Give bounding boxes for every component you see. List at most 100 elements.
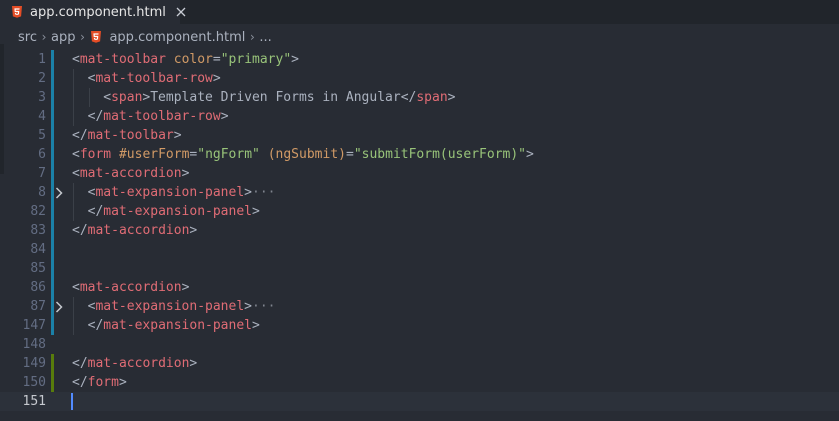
modified-line-marker[interactable] xyxy=(51,164,54,183)
modified-line-marker[interactable] xyxy=(51,107,54,126)
modified-line-marker[interactable] xyxy=(51,202,54,221)
code-line[interactable]: <span>Template Driven Forms in Angular</… xyxy=(103,88,455,107)
code-token: > xyxy=(244,299,252,314)
line-number: 148 xyxy=(22,337,46,352)
modified-line-marker[interactable] xyxy=(51,126,54,145)
code-token: < xyxy=(72,147,80,162)
code-token: > xyxy=(252,318,260,333)
modified-line-marker[interactable] xyxy=(51,278,54,297)
code-token: (ngSubmit) xyxy=(267,147,346,162)
code-token: > xyxy=(252,204,260,219)
line-number: 83 xyxy=(30,223,46,238)
indent-guide xyxy=(88,88,90,107)
code-line[interactable]: <mat-accordion> xyxy=(72,164,189,183)
code-line[interactable]: <form #userForm="ngForm" (ngSubmit)="sub… xyxy=(72,145,534,164)
code-token: </ xyxy=(87,318,104,333)
modified-line-marker[interactable] xyxy=(51,240,54,259)
code-token: color xyxy=(173,52,213,67)
indent-guide xyxy=(73,183,74,202)
code-token: > xyxy=(189,223,198,238)
indent-guide xyxy=(73,202,74,221)
fold-chevron-right-icon[interactable] xyxy=(54,297,64,316)
code-line[interactable]: <mat-accordion> xyxy=(72,278,189,297)
code-line[interactable]: <mat-toolbar color="primary"> xyxy=(72,50,299,69)
code-line[interactable]: </mat-toolbar-row> xyxy=(88,107,229,126)
code-token: > xyxy=(447,90,456,105)
line-number: 86 xyxy=(30,280,46,295)
code-token: </ xyxy=(72,375,88,390)
code-token: mat-expansion-panel xyxy=(95,185,245,200)
breadcrumb: src › app › app.component.html › ... xyxy=(0,24,839,50)
code-token: </ xyxy=(87,204,104,219)
code-token: > xyxy=(212,71,221,86)
chevron-right-icon: › xyxy=(41,30,47,44)
line-number: 2 xyxy=(38,71,46,86)
code-token: > xyxy=(291,52,299,67)
folded-ellipsis[interactable]: ··· xyxy=(252,299,275,314)
line-number: 5 xyxy=(38,128,46,143)
modified-line-marker[interactable] xyxy=(51,50,54,69)
code-token: mat-toolbar-row xyxy=(103,109,221,124)
line-number: 150 xyxy=(22,375,46,390)
modified-line-marker[interactable] xyxy=(51,88,54,107)
modified-line-marker[interactable] xyxy=(51,145,54,164)
code-token: span xyxy=(111,90,143,105)
code-token: mat-expansion-panel xyxy=(95,299,245,314)
code-token: < xyxy=(72,166,80,181)
code-token: </ xyxy=(72,223,88,238)
code-line[interactable]: <mat-toolbar-row> xyxy=(88,69,221,88)
text-cursor xyxy=(71,393,73,410)
code-token: mat-accordion xyxy=(87,356,190,371)
code-token: > xyxy=(526,147,534,162)
code-editor: app.component.html src › app › app.compo… xyxy=(0,0,839,421)
code-token: mat-accordion xyxy=(79,166,182,181)
indent-guide xyxy=(73,107,74,126)
line-number: 6 xyxy=(38,147,46,162)
code-line[interactable]: </mat-toolbar> xyxy=(72,126,182,145)
html5-icon xyxy=(91,31,102,43)
added-line-marker[interactable] xyxy=(51,354,54,373)
fold-chevron-right-icon[interactable] xyxy=(54,183,64,202)
line-number: 87 xyxy=(30,299,46,314)
code-token: > xyxy=(181,280,190,295)
code-token: "ngForm" xyxy=(197,147,260,162)
breadcrumb-item-file[interactable]: app.component.html xyxy=(109,30,245,45)
code-line[interactable]: </mat-accordion> xyxy=(72,354,197,373)
added-line-marker[interactable] xyxy=(51,373,54,392)
breadcrumb-item-src[interactable]: src xyxy=(18,30,37,45)
tab-label: app.component.html xyxy=(30,4,166,20)
line-number: 7 xyxy=(38,166,46,181)
code-line[interactable]: </form> xyxy=(72,373,127,392)
code-token: form xyxy=(79,147,112,162)
modified-line-marker[interactable] xyxy=(51,259,54,278)
code-token: mat-toolbar xyxy=(79,52,166,67)
code-token: < xyxy=(103,90,112,105)
tab-bar: app.component.html xyxy=(0,0,839,24)
code-token: mat-toolbar xyxy=(87,128,174,143)
code-token: < xyxy=(72,280,80,295)
breadcrumb-item-app[interactable]: app xyxy=(51,30,75,45)
code-line[interactable]: </mat-expansion-panel> xyxy=(88,316,260,335)
modified-line-marker[interactable] xyxy=(51,316,54,335)
code-token: mat-accordion xyxy=(79,280,182,295)
code-area[interactable]: 1 <mat-toolbar color="primary"> 2 <mat-tool… xyxy=(0,50,839,421)
line-number: 3 xyxy=(38,90,46,105)
code-token: </ xyxy=(72,356,88,371)
current-line-highlight xyxy=(0,392,839,411)
code-line[interactable]: </mat-expansion-panel> xyxy=(88,202,260,221)
tab-app-component-html[interactable]: app.component.html xyxy=(0,0,186,24)
close-icon[interactable] xyxy=(176,6,186,18)
indent-guide xyxy=(73,88,74,107)
code-line[interactable]: </mat-accordion> xyxy=(72,221,197,240)
folded-ellipsis[interactable]: ··· xyxy=(252,185,275,200)
modified-line-marker[interactable] xyxy=(51,69,54,88)
code-line[interactable]: <mat-expansion-panel>··· xyxy=(88,297,276,316)
code-line[interactable]: <mat-expansion-panel>··· xyxy=(88,183,276,202)
breadcrumb-item-symbols[interactable]: ... xyxy=(259,30,271,45)
code-token: </ xyxy=(87,109,104,124)
modified-line-marker[interactable] xyxy=(51,221,54,240)
code-token: mat-accordion xyxy=(87,223,190,238)
indent-guide xyxy=(73,69,74,88)
left-edge-strip xyxy=(0,44,4,174)
